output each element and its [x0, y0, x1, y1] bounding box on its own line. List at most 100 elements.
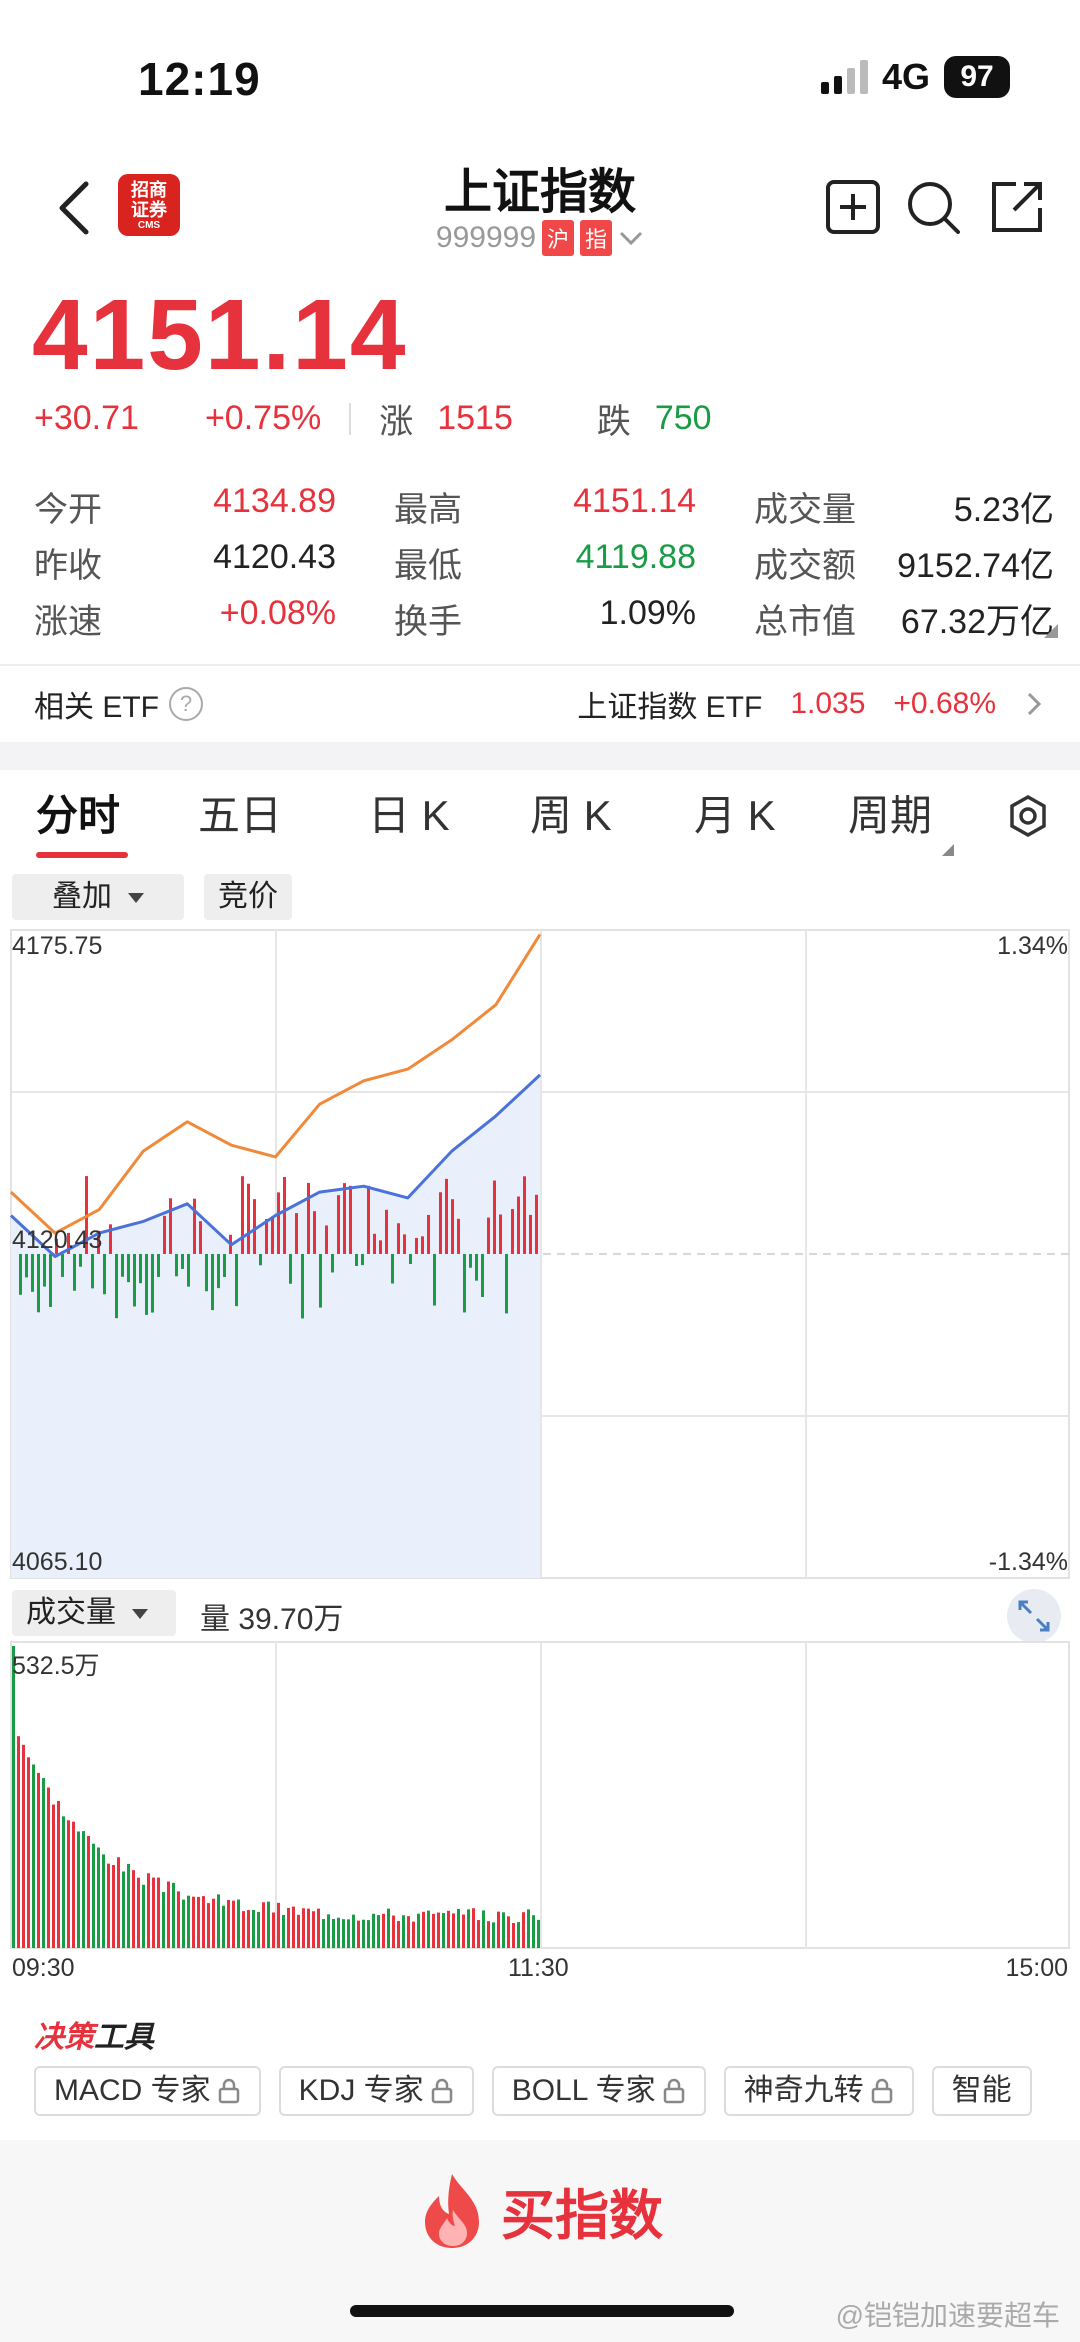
stat-label: 涨速	[34, 602, 102, 641]
stat-label: 成交额	[754, 546, 856, 585]
volume-bar	[112, 1865, 115, 1948]
market-tag: 沪	[542, 220, 575, 256]
quote-stats: 今开 4134.89 最高 4151.14 成交量 5.23亿 昨收 4120.43 最…	[34, 478, 1054, 646]
overlay-dropdown[interactable]: 叠加	[12, 874, 184, 920]
breadth-bar-up	[163, 1215, 166, 1254]
tab-period[interactable]: 周期	[848, 786, 932, 876]
volume-bar	[442, 1913, 445, 1948]
tab-month-k[interactable]: 月 K	[694, 786, 776, 876]
volume-bar	[527, 1909, 530, 1948]
tab-five-day[interactable]: 五日	[198, 786, 282, 876]
volume-bar	[77, 1831, 80, 1948]
volume-bar	[247, 1909, 250, 1948]
volume-readout: 量 39.70万	[200, 1603, 344, 1636]
help-icon[interactable]: ?	[169, 687, 203, 721]
volume-bar	[92, 1843, 95, 1948]
fullscreen-icon[interactable]	[1006, 1588, 1062, 1644]
stat-label: 换手	[394, 602, 462, 641]
breadth-bar-down	[211, 1253, 214, 1311]
volume-bar	[12, 1646, 15, 1948]
breadth-bar-down	[217, 1253, 220, 1289]
up-count: 1515	[437, 399, 513, 437]
breadth-bar-down	[181, 1253, 184, 1269]
triangle-down-icon	[132, 1609, 148, 1620]
volume-bar	[452, 1913, 455, 1948]
triangle-down-icon	[128, 893, 144, 904]
expand-corner-icon[interactable]	[1044, 624, 1058, 638]
volume-bar	[317, 1908, 320, 1948]
chevron-right-icon	[1027, 692, 1042, 716]
volume-bar	[512, 1923, 515, 1948]
tool-smart[interactable]: 智能	[931, 2066, 1032, 2116]
breadth-bar-down	[103, 1253, 106, 1295]
volume-bar	[362, 1919, 365, 1948]
down-label: 跌	[596, 403, 631, 441]
volume-bar	[312, 1911, 315, 1948]
related-etf-row[interactable]: 相关 ETF ? 上证指数 ETF 1.035 +0.68%	[34, 682, 1044, 726]
etf-change: +0.68%	[893, 687, 996, 720]
breadth-bar-down	[175, 1253, 178, 1277]
volume-bar	[102, 1854, 105, 1948]
breadth-bar-up	[265, 1218, 268, 1254]
add-watchlist-icon[interactable]	[824, 178, 882, 236]
volume-chart[interactable]	[0, 1640, 1080, 1952]
period-corner-icon	[942, 844, 954, 856]
tool-nine-turn[interactable]: 神奇九转	[723, 2066, 914, 2116]
volume-bar	[52, 1804, 55, 1948]
volume-bar	[282, 1914, 285, 1948]
divider	[0, 664, 1080, 666]
volume-bar	[267, 1901, 270, 1948]
time-mid-label: 11:30	[508, 1954, 569, 1982]
tab-intraday[interactable]: 分时	[36, 786, 120, 876]
stat-low: 4119.88	[575, 537, 696, 576]
indicator-dropdown[interactable]: 成交量	[12, 1590, 176, 1636]
volume-bar	[462, 1914, 465, 1948]
stat-open: 4134.89	[213, 481, 336, 520]
search-icon[interactable]	[904, 178, 962, 236]
stat-prev-close: 4120.43	[213, 537, 336, 576]
volume-bar	[487, 1921, 490, 1948]
tab-week-k[interactable]: 周 K	[530, 786, 612, 876]
breadth-bar-up	[307, 1182, 310, 1254]
auction-button[interactable]: 竞价	[204, 874, 292, 920]
tab-day-k[interactable]: 日 K	[368, 786, 450, 876]
breadth-bar-down	[61, 1253, 64, 1277]
breadth-bar-up	[535, 1194, 538, 1254]
volume-bar	[322, 1919, 325, 1948]
breadth-bar-down	[391, 1253, 394, 1284]
status-time: 12:19	[138, 53, 261, 105]
tool-macd[interactable]: MACD 专家	[34, 2066, 261, 2116]
breadth-bar-down	[409, 1253, 412, 1265]
breadth-bar-up	[397, 1223, 400, 1254]
tool-kdj[interactable]: KDJ 专家	[278, 2066, 474, 2116]
time-end-label: 15:00	[1005, 1954, 1068, 1982]
stat-volume: 5.23亿	[953, 490, 1054, 529]
overlay-label: 叠加	[52, 880, 112, 913]
breadth-bar-down	[187, 1253, 190, 1287]
intraday-price-chart[interactable]	[0, 920, 1080, 1580]
volume-bar	[197, 1896, 200, 1948]
breadth-bar-down	[151, 1253, 154, 1313]
breadth-bar-down	[157, 1253, 160, 1277]
tool-boll[interactable]: BOLL 专家	[491, 2066, 706, 2116]
volume-bar	[187, 1895, 190, 1948]
volume-bar	[227, 1900, 230, 1948]
buy-index-button[interactable]: 买指数	[0, 2170, 1080, 2250]
volume-bar	[122, 1871, 125, 1948]
settings-icon[interactable]	[1006, 794, 1050, 838]
breadth-bar-up	[247, 1183, 250, 1254]
volume-bar	[297, 1914, 300, 1948]
breadth-bar-down	[139, 1253, 142, 1284]
stat-label: 最低	[394, 546, 462, 585]
breadth-bar-up	[439, 1192, 442, 1254]
volume-bar	[57, 1800, 60, 1948]
volume-bar	[342, 1919, 345, 1948]
breadth-bar-down	[73, 1253, 76, 1291]
breadth-bar-down	[505, 1253, 508, 1314]
chart-tabs: 分时 五日 日 K 周 K 月 K 周期	[0, 786, 1080, 876]
volume-bar	[242, 1911, 245, 1948]
volume-bar	[472, 1908, 475, 1948]
share-icon[interactable]	[988, 178, 1046, 236]
volume-bar	[142, 1884, 145, 1948]
lock-icon	[663, 2078, 684, 2104]
